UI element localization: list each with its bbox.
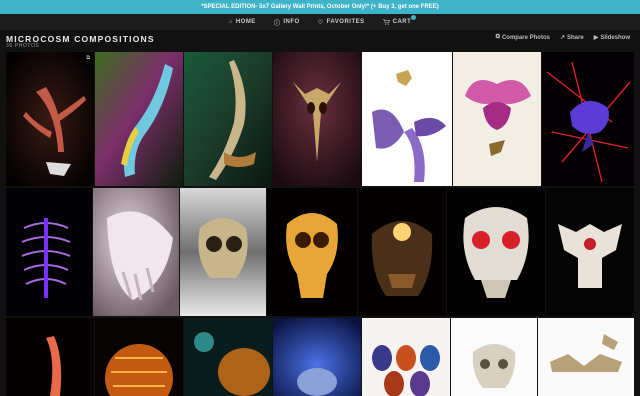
slideshow-button[interactable]: ▶ Slideshow	[593, 34, 630, 42]
photo-thumbnail[interactable]	[6, 188, 92, 316]
nav-cart-label: CART	[392, 19, 412, 25]
compare-photos-label: Compare Photos	[501, 34, 550, 41]
photo-thumbnail[interactable]	[184, 52, 272, 186]
photo-thumbnail[interactable]	[362, 318, 450, 396]
nav-home[interactable]: ⌂ HOME	[229, 19, 256, 25]
photo-thumbnail[interactable]	[6, 318, 94, 396]
photo-thumbnail[interactable]	[451, 318, 537, 396]
gallery-header: MICROCOSM COMPOSITIONS 36 PHOTOS ⧉ Compa…	[0, 30, 640, 52]
share-label: Share	[567, 34, 584, 41]
info-icon: ⓘ	[273, 20, 281, 27]
nav-favorites-label: FAVORITES	[326, 19, 365, 25]
photo-thumbnail[interactable]	[95, 318, 183, 396]
photo-thumbnail[interactable]	[447, 188, 545, 316]
heart-icon: ♡	[317, 19, 324, 26]
photo-thumbnail[interactable]	[273, 318, 361, 396]
nav-favorites[interactable]: ♡ FAVORITES	[318, 19, 365, 26]
photo-thumbnail[interactable]	[358, 188, 446, 316]
bookmark-icon: ⧉	[86, 55, 90, 61]
photo-thumbnail[interactable]	[93, 188, 179, 316]
photo-thumbnail[interactable]	[273, 52, 361, 186]
nav-info-label: INFO	[283, 19, 300, 25]
compare-icon: ⧉	[495, 34, 500, 40]
photo-grid: ⧉	[0, 52, 640, 396]
nav-cart[interactable]: CART	[382, 15, 417, 25]
nav-info[interactable]: ⓘ INFO	[274, 18, 300, 27]
nav-home-label: HOME	[235, 19, 256, 25]
main-nav: ⌂ HOME ⓘ INFO ♡ FAVORITES CART	[0, 14, 640, 30]
photo-thumbnail[interactable]	[546, 188, 634, 316]
share-button[interactable]: ↗ Share	[559, 34, 584, 42]
slideshow-icon: ▶	[593, 35, 599, 41]
home-icon: ⌂	[228, 19, 233, 25]
photo-thumbnail[interactable]	[538, 318, 634, 396]
slideshow-label: Slideshow	[600, 34, 630, 41]
share-icon: ↗	[559, 35, 566, 41]
photo-count: 36 PHOTOS	[6, 43, 40, 49]
photo-thumbnail[interactable]	[267, 188, 357, 316]
cart-badge	[411, 15, 417, 20]
photo-thumbnail[interactable]	[542, 52, 634, 186]
photo-thumbnail[interactable]	[180, 188, 266, 316]
cart-icon	[382, 19, 390, 25]
photo-thumbnail[interactable]	[453, 52, 541, 186]
photo-thumbnail[interactable]: ⧉	[6, 52, 94, 186]
promo-banner[interactable]: *SPECIAL EDITION- 5x7 Gallery Wall Print…	[0, 0, 640, 14]
photo-thumbnail[interactable]	[184, 318, 272, 396]
photo-thumbnail[interactable]	[95, 52, 183, 186]
compare-photos-button[interactable]: ⧉ Compare Photos	[496, 34, 550, 41]
photo-thumbnail[interactable]	[362, 52, 452, 186]
